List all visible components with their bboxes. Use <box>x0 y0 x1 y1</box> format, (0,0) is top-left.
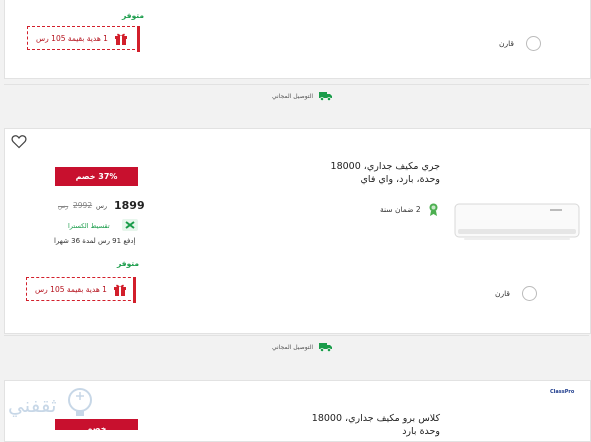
compare-label: قارن <box>499 39 514 48</box>
free-shipping-bar: التوصيل المجاني <box>4 84 589 111</box>
truck-icon <box>319 92 332 101</box>
compare-label: قارن <box>495 289 510 298</box>
gift-icon <box>114 284 126 296</box>
air-conditioner-image[interactable] <box>454 203 580 241</box>
gift-offer[interactable]: 1 هدية بقيمة 105 رس <box>27 26 140 52</box>
availability-status: متوفر <box>117 259 139 268</box>
gift-label: 1 هدية بقيمة 105 رس <box>35 285 107 294</box>
gift-icon <box>115 33 127 45</box>
compare-checkbox[interactable] <box>522 286 537 301</box>
gift-label: 1 هدية بقيمة 105 رس <box>36 34 108 43</box>
old-price: 2992 <box>73 201 93 210</box>
discount-badge: 37% خصم <box>55 167 138 186</box>
availability-status: متوفر <box>122 11 144 20</box>
award-icon <box>429 203 438 216</box>
product-title[interactable]: كلاس برو مكيف جداري، 18000 وحدة بارد <box>305 412 440 438</box>
product-title[interactable]: جري مكيف جداري، 18000 وحدة، بارد، واي فا… <box>305 160 440 186</box>
installment-provider[interactable]: تقسيط الكسترا <box>68 222 110 230</box>
free-shipping-label: التوصيل المجاني <box>272 93 314 100</box>
product-card-1: متوفر 1 هدية بقيمة 105 رس قارن <box>4 0 591 79</box>
truck-icon <box>319 343 332 352</box>
free-shipping-label: التوصيل المجاني <box>272 344 314 351</box>
gift-offer[interactable]: 1 هدية بقيمة 105 رس <box>26 277 136 303</box>
watermark-logo: ثقفني <box>8 388 92 418</box>
free-shipping-bar: التوصيل المجاني <box>4 335 589 362</box>
brand-logo: ClassPro <box>550 389 575 395</box>
compare-checkbox[interactable] <box>526 36 541 51</box>
warranty-text: 2 ضمان سنة <box>380 205 421 214</box>
watermark-text: ثقفني <box>8 393 57 418</box>
installment-text: إدفع 91 رس لمدة 36 شهرا <box>54 237 136 245</box>
old-price-currency: رس <box>58 203 69 210</box>
price: 1899 <box>114 199 145 212</box>
price-currency: رس <box>96 202 108 210</box>
installment-icon <box>122 219 138 231</box>
heart-icon[interactable] <box>11 134 27 149</box>
